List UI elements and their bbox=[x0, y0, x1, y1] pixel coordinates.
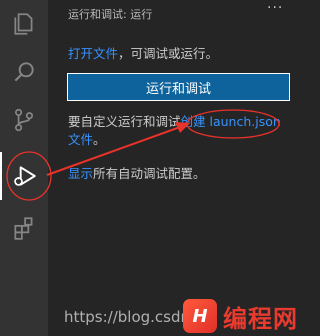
run-and-debug-button[interactable]: 运行和调试 bbox=[67, 73, 290, 101]
activity-extensions[interactable] bbox=[0, 204, 48, 252]
open-file-link[interactable]: 打开文件 bbox=[68, 46, 118, 61]
show-configs-message: 显示所有自动调试配置。 bbox=[68, 163, 206, 182]
activity-source-control[interactable] bbox=[0, 96, 48, 144]
open-file-message: 打开文件，可调试或运行。 bbox=[68, 43, 218, 62]
logo-text: 编程网 bbox=[223, 304, 298, 333]
view-title: 运行和调试: 运行 bbox=[68, 8, 153, 21]
run-debug-sidebar: 运行和调试: 运行 ··· 打开文件，可调试或运行。 运行和调试 要自定义运行和… bbox=[48, 0, 309, 336]
show-configs-text: 所有自动调试配置。 bbox=[93, 166, 206, 181]
run-debug-icon bbox=[14, 166, 36, 186]
logo-mark-icon: H bbox=[183, 299, 217, 333]
extensions-icon bbox=[14, 217, 33, 240]
activity-explorer[interactable] bbox=[0, 0, 48, 48]
more-actions-button[interactable]: ··· bbox=[267, 0, 283, 16]
customize-text: 要自定义运行和调试 bbox=[68, 114, 181, 129]
activity-search[interactable] bbox=[0, 48, 48, 96]
open-file-text: ，可调试或运行。 bbox=[118, 46, 219, 61]
customize-message: 要自定义运行和调试创建 launch.json 文件。 bbox=[68, 113, 283, 149]
search-icon bbox=[14, 62, 34, 82]
customize-end: 。 bbox=[93, 132, 106, 147]
activity-bar bbox=[0, 0, 48, 336]
source-control-icon bbox=[15, 108, 33, 132]
activity-run-debug[interactable] bbox=[0, 152, 48, 200]
watermark-url: https://blog.csdn bbox=[64, 308, 191, 326]
site-logo: H 编程网 bbox=[183, 296, 309, 336]
files-icon bbox=[14, 13, 33, 35]
show-configs-link[interactable]: 显示 bbox=[68, 166, 93, 181]
